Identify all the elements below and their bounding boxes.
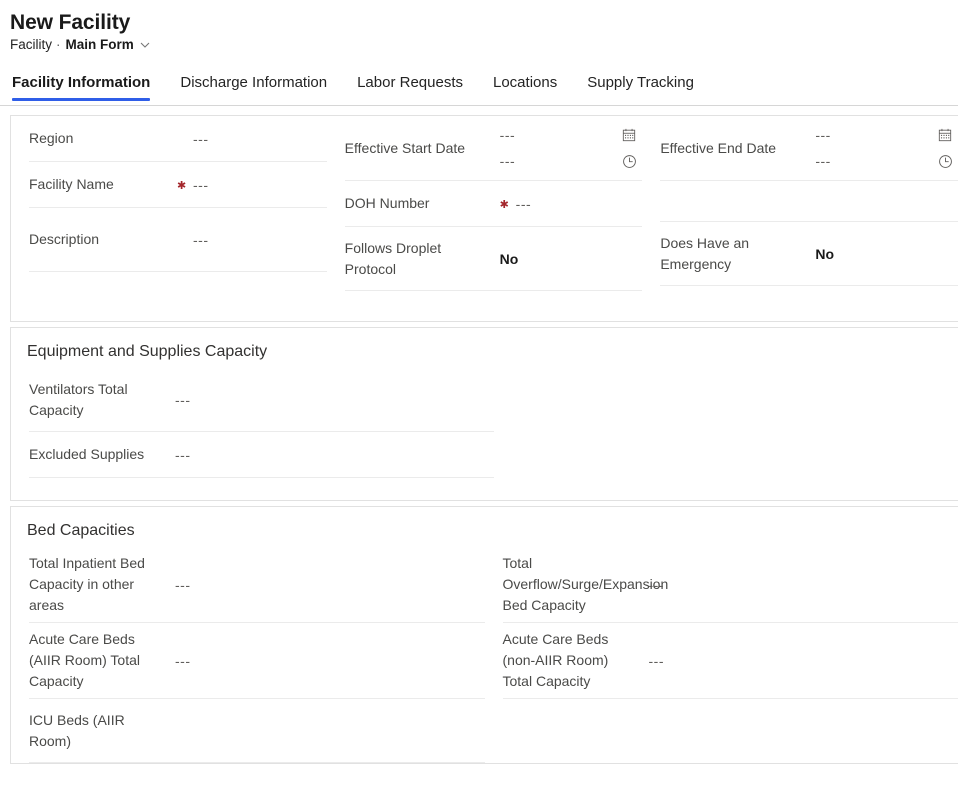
field-label: ICU Beds (AIIR Room) xyxy=(29,711,125,749)
excluded-supplies-input[interactable]: --- xyxy=(175,445,494,465)
equipment-column-right xyxy=(494,368,958,500)
calendar-icon[interactable] xyxy=(616,128,642,142)
tab-label: Labor Requests xyxy=(357,74,463,91)
field-facility-name: Facility Name ✱ --- xyxy=(29,162,327,208)
acute-care-beds-aiir-input[interactable]: --- xyxy=(175,651,485,671)
clock-icon[interactable] xyxy=(932,154,958,169)
field-total-inpatient-other-areas: Total Inpatient Bed Capacity in other ar… xyxy=(29,547,485,623)
field-label: Ventilators Total Capacity xyxy=(29,380,128,418)
facility-details-column-right: Effective End Date --- --- Does Have an … xyxy=(642,116,958,321)
field-label: Follows Droplet Protocol xyxy=(344,239,442,277)
section-equipment-and-supplies-capacity: Equipment and Supplies Capacity Ventilat… xyxy=(10,327,958,501)
breadcrumb: Facility · Main Form xyxy=(10,37,958,52)
empty-field-slot xyxy=(345,291,643,321)
field-effective-end-date: Effective End Date --- --- xyxy=(660,116,958,181)
field-label: Total Overflow/Surge/Expansion Bed Capac… xyxy=(502,555,669,613)
tab-supply-tracking[interactable]: Supply Tracking xyxy=(572,73,709,101)
field-label: Acute Care Beds (non-AIIR Room) Total Ca… xyxy=(502,631,609,689)
field-label: Effective End Date xyxy=(660,139,777,156)
field-effective-start-date: Effective Start Date --- --- xyxy=(344,116,643,181)
field-label: Does Have an Emergency xyxy=(660,234,750,272)
effective-end-time-input[interactable]: --- xyxy=(815,153,932,169)
field-total-overflow-surge: Total Overflow/Surge/Expansion Bed Capac… xyxy=(502,547,958,623)
field-label: Total Inpatient Bed Capacity in other ar… xyxy=(29,555,145,613)
field-label: DOH Number xyxy=(344,195,430,211)
field-label: Effective Start Date xyxy=(344,139,466,156)
ventilators-total-capacity-input[interactable]: --- xyxy=(175,390,494,410)
chevron-down-icon xyxy=(140,40,150,50)
facility-details-column-left: Region --- Facility Name ✱ --- Descripti… xyxy=(11,116,327,321)
facility-name-input[interactable]: --- xyxy=(193,175,327,195)
facility-details-column-middle: Effective Start Date --- --- DOH Number … xyxy=(327,116,643,321)
calendar-icon[interactable] xyxy=(932,128,958,142)
form-body: Region --- Facility Name ✱ --- Descripti… xyxy=(0,106,958,764)
field-region: Region --- xyxy=(29,116,327,162)
empty-field-slot xyxy=(660,286,958,316)
region-input[interactable]: --- xyxy=(193,129,327,149)
tab-label: Supply Tracking xyxy=(587,74,694,91)
section-facility-details: Region --- Facility Name ✱ --- Descripti… xyxy=(10,115,958,322)
required-asterisk-icon: ✱ xyxy=(499,198,509,211)
tab-strip-divider xyxy=(0,105,958,106)
effective-start-date-control: --- --- xyxy=(500,122,643,174)
field-label: Facility Name xyxy=(29,176,114,192)
section-bed-capacities: Bed Capacities Total Inpatient Bed Capac… xyxy=(10,506,958,764)
equipment-column-left: Ventilators Total Capacity --- Excluded … xyxy=(11,368,494,500)
follows-droplet-protocol-toggle[interactable]: No xyxy=(500,249,643,269)
field-does-have-an-emergency: Does Have an Emergency No xyxy=(660,222,958,286)
required-asterisk-icon: ✱ xyxy=(177,179,187,192)
page-header: New Facility Facility · Main Form xyxy=(0,0,958,52)
clock-icon[interactable] xyxy=(616,154,642,169)
form-selector[interactable]: Main Form xyxy=(66,37,150,52)
effective-start-date-input[interactable]: --- xyxy=(500,127,617,143)
doh-number-input[interactable]: --- xyxy=(516,194,643,214)
field-acute-care-beds-non-aiir: Acute Care Beds (non-AIIR Room) Total Ca… xyxy=(502,623,958,699)
field-follows-droplet-protocol: Follows Droplet Protocol No xyxy=(344,227,643,291)
field-acute-care-beds-aiir: Acute Care Beds (AIIR Room) Total Capaci… xyxy=(29,623,485,699)
section-heading: Bed Capacities xyxy=(27,522,135,539)
total-overflow-surge-input[interactable]: --- xyxy=(649,575,958,595)
field-icu-beds-aiir: ICU Beds (AIIR Room) xyxy=(29,699,485,763)
effective-end-date-input[interactable]: --- xyxy=(815,127,932,143)
column-tail-padding xyxy=(29,272,327,294)
field-label: Acute Care Beds (AIIR Room) Total Capaci… xyxy=(29,631,140,689)
form-selector-label: Main Form xyxy=(65,37,134,52)
tab-locations[interactable]: Locations xyxy=(478,73,572,101)
entity-name-label: Facility xyxy=(10,37,53,52)
tab-label: Locations xyxy=(493,74,558,91)
page-title: New Facility xyxy=(10,11,131,34)
bed-capacities-column-right: Total Overflow/Surge/Expansion Bed Capac… xyxy=(485,547,958,763)
bed-capacities-column-left: Total Inpatient Bed Capacity in other ar… xyxy=(11,547,485,763)
field-doh-number: DOH Number ✱ --- xyxy=(344,181,643,227)
tab-strip: Facility Information Discharge Informati… xyxy=(0,73,958,106)
column-tail-padding xyxy=(29,478,494,500)
tab-label: Facility Information xyxy=(12,74,151,91)
tab-facility-information[interactable]: Facility Information xyxy=(11,73,165,101)
does-have-an-emergency-toggle[interactable]: No xyxy=(815,244,958,264)
breadcrumb-separator: · xyxy=(56,37,61,52)
section-heading: Equipment and Supplies Capacity xyxy=(27,343,268,360)
field-excluded-supplies: Excluded Supplies --- xyxy=(29,432,494,478)
field-label: Excluded Supplies xyxy=(29,446,145,462)
acute-care-beds-non-aiir-input[interactable]: --- xyxy=(649,651,958,671)
field-description: Description --- xyxy=(29,208,327,272)
field-label: Region xyxy=(29,130,74,146)
effective-start-time-input[interactable]: --- xyxy=(500,153,617,169)
field-label: Description xyxy=(29,231,100,247)
total-inpatient-other-areas-input[interactable]: --- xyxy=(175,575,485,595)
description-input[interactable]: --- xyxy=(193,230,327,250)
empty-field-slot xyxy=(660,181,958,222)
tab-labor-requests[interactable]: Labor Requests xyxy=(342,73,478,101)
effective-end-date-control: --- --- xyxy=(815,122,958,174)
tab-discharge-information[interactable]: Discharge Information xyxy=(165,73,342,101)
tab-label: Discharge Information xyxy=(180,74,328,91)
field-ventilators-total-capacity: Ventilators Total Capacity --- xyxy=(29,368,494,432)
